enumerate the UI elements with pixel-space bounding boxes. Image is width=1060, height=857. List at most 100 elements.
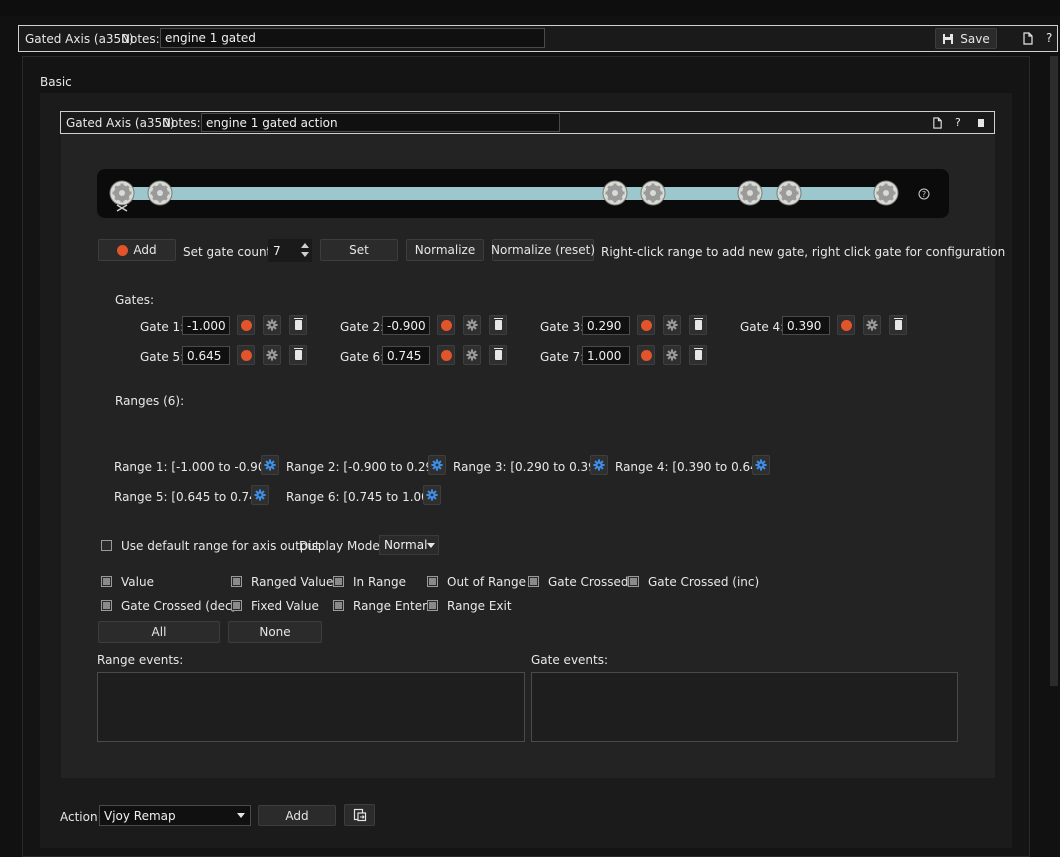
- add-action-button[interactable]: Add: [258, 805, 336, 826]
- slider-gate-handle[interactable]: [109, 180, 135, 206]
- all-button[interactable]: All: [98, 621, 220, 643]
- gate-value-input[interactable]: 1.000: [582, 346, 630, 365]
- range-config-button[interactable]: [261, 455, 279, 475]
- gate-value-input[interactable]: 0.390: [782, 316, 830, 335]
- gear-icon: [266, 319, 278, 331]
- gate-value-input[interactable]: -0.900: [382, 316, 430, 335]
- vertical-scrollbar[interactable]: [1050, 56, 1058, 686]
- svg-text:?: ?: [922, 190, 926, 199]
- slider-help-icon[interactable]: ?: [918, 188, 930, 200]
- gate-record-button[interactable]: [437, 315, 455, 335]
- gate-events-log[interactable]: [531, 672, 958, 742]
- save-button[interactable]: Save: [935, 28, 997, 49]
- gate-config-button[interactable]: [663, 315, 681, 335]
- slider-gate-handle[interactable]: [147, 180, 173, 206]
- normalize-button[interactable]: Normalize: [406, 239, 484, 261]
- gate-config-button[interactable]: [263, 345, 281, 365]
- gate-config-button[interactable]: [263, 315, 281, 335]
- gate-record-button[interactable]: [837, 315, 855, 335]
- slider-gate-handle[interactable]: [737, 180, 763, 206]
- action-help-icon[interactable]: ?: [955, 116, 961, 129]
- gate-value-input[interactable]: 0.290: [582, 316, 630, 335]
- set-button[interactable]: Set: [320, 239, 398, 261]
- slider-gate-handle[interactable]: [776, 180, 802, 206]
- none-button[interactable]: None: [228, 621, 322, 643]
- profile-title: Gated Axis (a350): [25, 32, 134, 46]
- action-document-icon[interactable]: [932, 117, 943, 129]
- gate-value-input[interactable]: 0.745: [382, 346, 430, 365]
- action-trash-icon[interactable]: [978, 119, 984, 127]
- gate-record-button[interactable]: [637, 345, 655, 365]
- event-checkbox[interactable]: [101, 600, 112, 611]
- normalize-reset-button[interactable]: Normalize (reset): [491, 239, 595, 261]
- gate-config-button[interactable]: [463, 345, 481, 365]
- gate-label: Gate 7:: [540, 350, 585, 364]
- gate-record-button[interactable]: [637, 315, 655, 335]
- event-checkbox[interactable]: [333, 600, 344, 611]
- display-mode-select[interactable]: Normal: [379, 535, 439, 555]
- gate-delete-button[interactable]: [489, 315, 507, 335]
- range-config-button[interactable]: [752, 455, 770, 475]
- event-checkbox-label: Gate Crossed: [548, 575, 629, 589]
- chevron-down-icon: [237, 813, 245, 818]
- gate-config-button[interactable]: [863, 315, 881, 335]
- event-checkbox[interactable]: [231, 576, 242, 587]
- range-config-button[interactable]: [251, 485, 269, 505]
- gate-delete-button[interactable]: [689, 345, 707, 365]
- gate-value-input[interactable]: -1.000: [182, 316, 230, 335]
- action-notes-input[interactable]: engine 1 gated action: [201, 113, 560, 132]
- event-checkbox[interactable]: [101, 576, 112, 587]
- profile-notes-input[interactable]: engine 1 gated: [160, 28, 545, 48]
- spinbox-arrows[interactable]: [299, 240, 311, 262]
- range-name: Range 3:: [453, 460, 507, 474]
- spinbox-up-arrow-icon[interactable]: [301, 243, 309, 248]
- use-default-range-checkbox[interactable]: [101, 540, 112, 551]
- event-checkbox[interactable]: [528, 576, 539, 587]
- slider-gate-handle[interactable]: [602, 180, 628, 206]
- range-config-button[interactable]: [590, 455, 608, 475]
- gate-config-button[interactable]: [463, 315, 481, 335]
- display-mode-value: Normal: [384, 538, 428, 552]
- event-checkbox-label: Fixed Value: [251, 599, 319, 613]
- event-checkbox-label: Ranged Value: [251, 575, 334, 589]
- range-label: Range 2: [-0.900 to 0.290]: [286, 460, 445, 474]
- range-name: Range 4:: [615, 460, 669, 474]
- range-config-button[interactable]: [428, 455, 446, 475]
- event-checkbox-label: Gate Crossed (dec): [121, 599, 237, 613]
- paste-action-button[interactable]: [344, 804, 375, 826]
- spinbox-down-arrow-icon[interactable]: [301, 252, 309, 257]
- action-notes-label: Notes:: [162, 116, 201, 130]
- use-default-range-label: Use default range for axis output: [121, 539, 320, 553]
- trash-icon: [293, 348, 303, 360]
- gate-value-input[interactable]: 0.645: [182, 346, 230, 365]
- trash-icon: [693, 348, 703, 360]
- gate-record-button[interactable]: [237, 345, 255, 365]
- gate-record-button[interactable]: [237, 315, 255, 335]
- gate-delete-button[interactable]: [889, 315, 907, 335]
- event-checkbox[interactable]: [427, 600, 438, 611]
- help-icon[interactable]: ?: [1046, 31, 1052, 45]
- event-checkbox[interactable]: [333, 576, 344, 587]
- gate-config-button[interactable]: [663, 345, 681, 365]
- document-icon[interactable]: [1022, 32, 1034, 45]
- gate-record-button[interactable]: [437, 345, 455, 365]
- gear-icon: [755, 459, 767, 471]
- range-config-button[interactable]: [423, 485, 441, 505]
- event-checkbox[interactable]: [427, 576, 438, 587]
- gate-delete-button[interactable]: [289, 345, 307, 365]
- chevron-down-icon: [427, 542, 436, 548]
- add-gate-button[interactable]: Add: [98, 239, 176, 261]
- gate-delete-button[interactable]: [289, 315, 307, 335]
- event-checkbox-label: Range Exit: [447, 599, 512, 613]
- event-checkbox[interactable]: [628, 576, 639, 587]
- gate-delete-button[interactable]: [689, 315, 707, 335]
- range-name: Range 2:: [286, 460, 340, 474]
- gate-count-label: Set gate count:: [183, 245, 276, 259]
- slider-gate-handle[interactable]: [873, 180, 899, 206]
- gate-delete-button[interactable]: [489, 345, 507, 365]
- event-checkbox-label: In Range: [353, 575, 406, 589]
- event-checkbox[interactable]: [231, 600, 242, 611]
- action-type-select[interactable]: Vjoy Remap: [99, 805, 251, 826]
- range-events-log[interactable]: [97, 672, 525, 742]
- slider-gate-handle[interactable]: [640, 180, 666, 206]
